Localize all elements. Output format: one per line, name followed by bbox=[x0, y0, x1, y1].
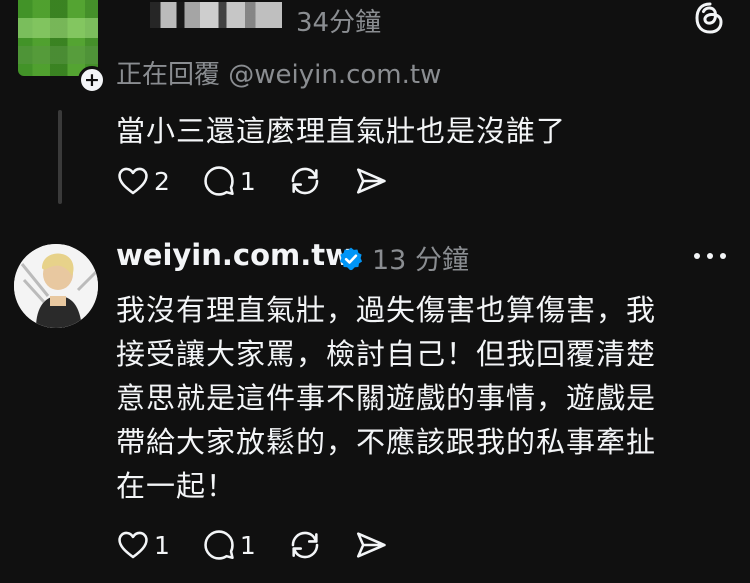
follow-plus-icon[interactable]: + bbox=[78, 66, 106, 94]
comment-button[interactable]: 1 bbox=[202, 164, 256, 198]
reply-post-text: 當小三還這麼理直氣壯也是沒誰了 bbox=[116, 114, 567, 148]
repost-button[interactable] bbox=[288, 528, 322, 562]
post-time: 13 分鐘 bbox=[372, 245, 469, 276]
send-icon bbox=[356, 168, 386, 194]
post-text-line: 我沒有理直氣壯，過失傷害也算傷害，我 bbox=[116, 293, 657, 327]
comment-bubble-icon bbox=[204, 166, 234, 196]
reply-post-actions: 2 1 bbox=[116, 164, 420, 198]
main-post-text: 我沒有理直氣壯，過失傷害也算傷害，我 接受讓大家罵，檢討自己！但我回覆清楚 意思… bbox=[116, 288, 716, 508]
like-count: 1 bbox=[154, 530, 170, 560]
repost-icon bbox=[291, 167, 319, 195]
share-button[interactable] bbox=[354, 164, 388, 198]
share-button[interactable] bbox=[354, 528, 388, 562]
avatar[interactable] bbox=[14, 244, 98, 328]
post-text-line: 接受讓大家罵，檢討自己！但我回覆清楚 bbox=[116, 337, 657, 371]
replying-to-label[interactable]: 正在回覆 @weiyin.com.tw bbox=[116, 54, 441, 91]
post-time: 34分鐘 bbox=[296, 8, 382, 38]
repost-icon bbox=[291, 531, 319, 559]
more-dots-icon[interactable] bbox=[690, 246, 730, 266]
post-text-line: 帶給大家放鬆的，不應該跟我的私事牽扯 bbox=[116, 425, 657, 459]
send-icon bbox=[356, 532, 386, 558]
post-text-line: 意思就是這件事不關遊戲的事情，遊戲是 bbox=[116, 381, 657, 415]
like-button[interactable]: 2 bbox=[116, 164, 170, 198]
repost-button[interactable] bbox=[288, 164, 322, 198]
like-button[interactable]: 1 bbox=[116, 528, 170, 562]
post-text-line: 在一起！ bbox=[116, 469, 237, 503]
threads-logo-icon[interactable] bbox=[692, 0, 728, 36]
comment-count: 1 bbox=[239, 530, 256, 560]
author-username[interactable]: weiyin.com.tw bbox=[116, 238, 352, 272]
avatar-blurred[interactable] bbox=[18, 0, 98, 76]
like-count: 2 bbox=[154, 166, 170, 196]
heart-icon bbox=[118, 167, 148, 195]
comment-button[interactable]: 1 bbox=[202, 528, 256, 562]
comment-bubble-icon bbox=[204, 530, 234, 560]
thread-connector-line bbox=[58, 110, 62, 204]
verified-badge-icon bbox=[339, 247, 363, 271]
blurred-username[interactable] bbox=[150, 2, 282, 28]
heart-icon bbox=[118, 531, 148, 559]
main-post-actions: 1 1 bbox=[116, 528, 420, 562]
comment-count: 1 bbox=[239, 166, 256, 196]
